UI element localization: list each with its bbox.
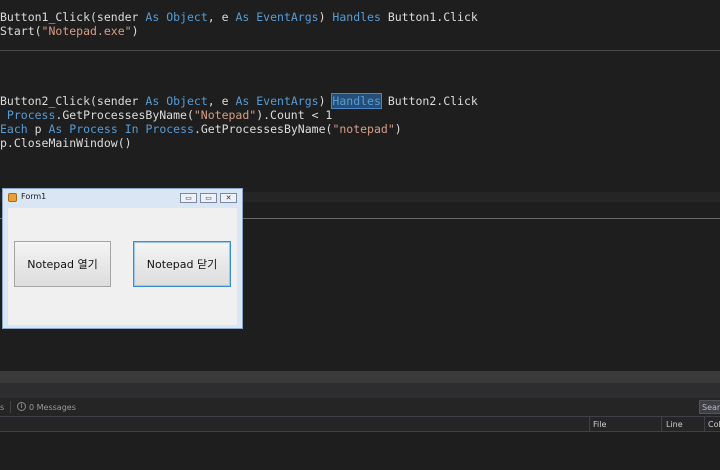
search-label: Searc: [702, 403, 720, 412]
open-notepad-button[interactable]: Notepad 열기: [14, 241, 111, 287]
column-line[interactable]: Line: [666, 420, 683, 429]
close-window-button[interactable]: ✕: [220, 193, 237, 203]
messages-tab[interactable]: 0 Messages: [29, 403, 76, 412]
maximize-button[interactable]: ▭: [200, 193, 217, 203]
minimize-button[interactable]: ▭: [180, 193, 197, 203]
error-list-header: [0, 383, 720, 398]
form-title: Form1: [21, 192, 47, 201]
code-line-6: p.CloseMainWindow(): [0, 136, 132, 150]
error-list-columns: File Line Col: [0, 416, 720, 432]
error-list-toolbar: s i 0 Messages Searc: [0, 398, 720, 416]
info-icon: i: [17, 402, 26, 411]
column-file[interactable]: File: [593, 420, 606, 429]
code-line-2: Start("Notepad.exe"): [0, 24, 139, 38]
highlighted-keyword: Handles: [331, 93, 382, 109]
close-notepad-button[interactable]: Notepad 닫기: [133, 241, 231, 287]
app-icon: [8, 193, 17, 202]
column-divider[interactable]: [704, 417, 705, 431]
column-col[interactable]: Col: [708, 420, 720, 429]
code-line-5: Each p As Process In Process.GetProcesse…: [0, 122, 402, 136]
column-divider[interactable]: [589, 417, 590, 431]
warnings-tab[interactable]: s: [0, 403, 4, 412]
code-line-4: Process.GetProcessesByName("Notepad").Co…: [0, 108, 333, 122]
code-line-3: Button2_Click(sender As Object, e As Eve…: [0, 93, 478, 109]
form1-window[interactable]: Form1 ▭ ▭ ✕ Notepad 열기 Notepad 닫기: [2, 188, 243, 329]
toolbar-divider: [10, 401, 11, 413]
code-line-1: Button1_Click(sender As Object, e As Eve…: [0, 10, 478, 24]
bottom-panel-splitter[interactable]: [0, 371, 720, 383]
column-divider[interactable]: [661, 417, 662, 431]
method-separator: [0, 50, 720, 51]
form-titlebar[interactable]: Form1 ▭ ▭ ✕: [3, 189, 242, 207]
